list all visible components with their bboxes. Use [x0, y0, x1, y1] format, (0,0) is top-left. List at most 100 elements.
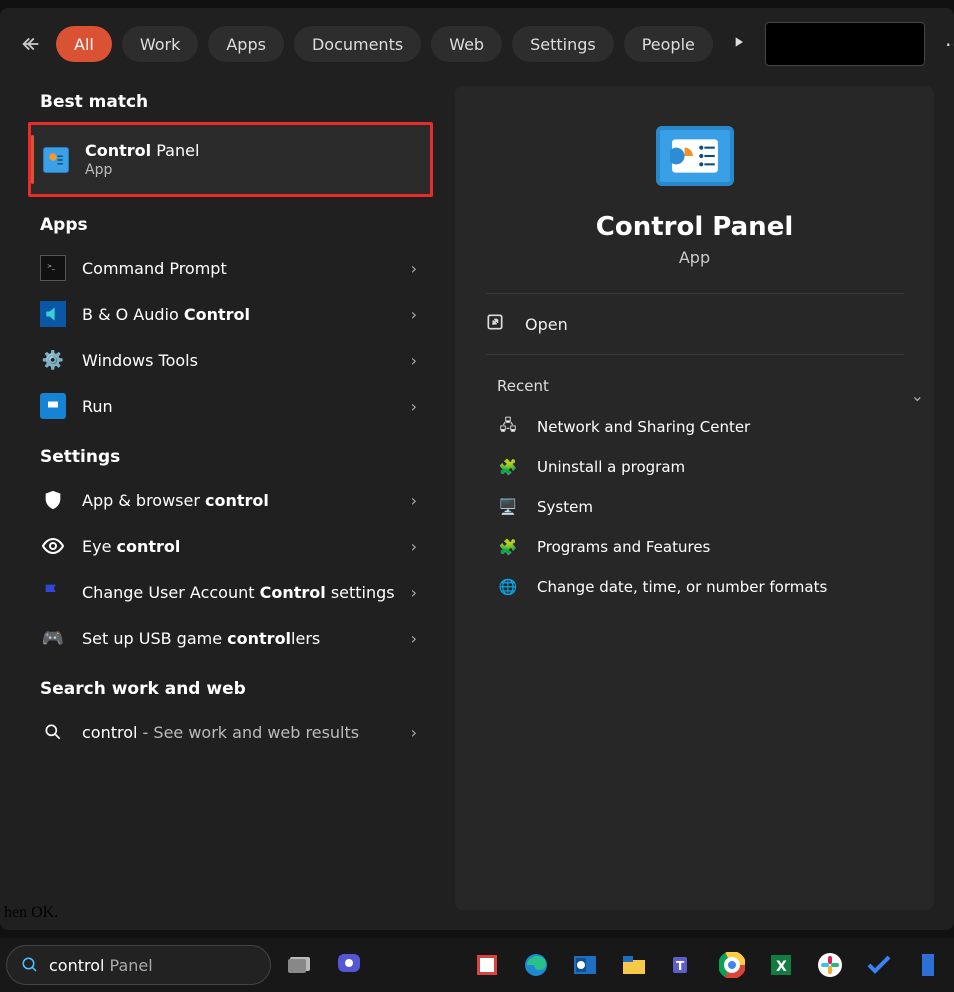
recent-uninstall-program[interactable]: 🧩 Uninstall a program — [485, 447, 904, 487]
result-label: Control Panel App — [85, 141, 422, 178]
result-control-panel[interactable]: Control Panel App — [28, 122, 433, 197]
preview-title: Control Panel — [596, 212, 794, 242]
expand-chevron-icon[interactable]: ⌄ — [911, 386, 924, 405]
result-label: Windows Tools — [82, 351, 411, 370]
uninstall-icon: 🧩 — [497, 457, 519, 477]
recent-network-sharing[interactable]: 🖧 Network and Sharing Center — [485, 407, 904, 447]
search-icon — [21, 956, 39, 974]
back-button[interactable] — [20, 30, 42, 58]
taskbar-task-view[interactable] — [281, 945, 320, 985]
result-eye-control[interactable]: Eye control › — [40, 523, 433, 569]
speaker-icon — [40, 301, 66, 327]
recent-date-time-formats[interactable]: 🌐 Change date, time, or number formats — [485, 567, 904, 607]
taskbar-edge[interactable] — [516, 945, 555, 985]
chevron-right-icon: › — [411, 397, 417, 416]
result-bo-audio-control[interactable]: B & O Audio Control › — [40, 291, 433, 337]
section-best-match: Best match — [40, 92, 433, 112]
more-options-button[interactable]: ⋯ — [939, 32, 954, 56]
recent-system[interactable]: 🖥️ System — [485, 487, 904, 527]
taskbar-app-partial[interactable] — [909, 945, 948, 985]
taskbar-search-input[interactable]: control Panel — [6, 945, 271, 985]
taskbar-excel[interactable]: X — [762, 945, 801, 985]
recent-label: Network and Sharing Center — [537, 418, 750, 436]
tab-apps[interactable]: Apps — [208, 26, 284, 62]
result-uac-settings[interactable]: Change User Account Control settings › — [40, 569, 433, 615]
result-label: Set up USB game controllers — [82, 629, 411, 648]
gear-icon: ⚙️ — [40, 347, 66, 373]
tab-web[interactable]: Web — [431, 26, 502, 62]
result-app-browser-control[interactable]: App & browser control › — [40, 477, 433, 523]
action-open[interactable]: Open — [485, 294, 904, 354]
system-icon: 🖥️ — [497, 497, 519, 517]
shield-icon — [40, 487, 66, 513]
open-icon — [485, 312, 507, 336]
tab-work[interactable]: Work — [122, 26, 199, 62]
recent-label: System — [537, 498, 593, 516]
result-label: control - See work and web results — [82, 723, 411, 742]
background-document-text: hen OK. — [0, 900, 954, 924]
taskbar: control Panel T X — [0, 938, 954, 992]
result-label: Command Prompt — [82, 259, 411, 278]
preview-subtitle: App — [679, 248, 710, 267]
section-search-web: Search work and web — [40, 679, 433, 699]
taskbar-chrome[interactable] — [712, 945, 751, 985]
result-usb-game-controllers[interactable]: 🎮 Set up USB game controllers › — [40, 615, 433, 661]
result-run[interactable]: Run › — [40, 383, 433, 429]
account-box[interactable] — [765, 22, 925, 66]
svg-text:T: T — [676, 959, 685, 973]
command-prompt-icon: >_ — [40, 255, 66, 281]
tab-documents[interactable]: Documents — [294, 26, 421, 62]
game-controller-icon: 🎮 — [40, 625, 66, 651]
taskbar-chat[interactable] — [330, 945, 369, 985]
recent-list: 🖧 Network and Sharing Center 🧩 Uninstall… — [485, 407, 904, 607]
control-panel-large-icon — [656, 126, 734, 186]
search-results-panel: All Work Apps Documents Web Settings Peo… — [0, 8, 954, 930]
result-label: Run — [82, 397, 411, 416]
search-text: control Panel — [49, 956, 153, 975]
section-apps: Apps — [40, 215, 433, 235]
chevron-right-icon: › — [411, 259, 417, 278]
chevron-right-icon: › — [411, 583, 417, 602]
preview-pane: Control Panel App Open ⌄ Recent 🖧 Networ… — [455, 86, 934, 910]
tab-all[interactable]: All — [56, 26, 112, 62]
search-icon — [40, 719, 66, 745]
taskbar-slack[interactable] — [811, 945, 850, 985]
svg-text:X: X — [776, 959, 787, 975]
taskbar-teams[interactable]: T — [663, 945, 702, 985]
result-windows-tools[interactable]: ⚙️ Windows Tools › — [40, 337, 433, 383]
filter-tabs-row: All Work Apps Documents Web Settings Peo… — [0, 8, 954, 76]
network-icon: 🖧 — [497, 417, 519, 437]
taskbar-file-explorer[interactable] — [614, 945, 653, 985]
result-web-search-control[interactable]: control - See work and web results › — [40, 709, 433, 755]
svg-text:>_: >_ — [47, 264, 55, 270]
result-label: Eye control — [82, 537, 411, 556]
chevron-right-icon: › — [411, 723, 417, 742]
recent-programs-features[interactable]: 🧩 Programs and Features — [485, 527, 904, 567]
result-label: B & O Audio Control — [82, 305, 411, 324]
recent-label: Programs and Features — [537, 538, 710, 556]
globe-icon: 🌐 — [497, 577, 519, 597]
chevron-right-icon: › — [411, 491, 417, 510]
eye-icon — [40, 533, 66, 559]
chevron-right-icon: › — [411, 629, 417, 648]
chevron-right-icon: › — [411, 305, 417, 324]
flag-icon — [40, 579, 66, 605]
tab-people[interactable]: People — [624, 26, 713, 62]
taskbar-snip[interactable] — [467, 945, 506, 985]
divider — [485, 354, 904, 355]
tab-settings[interactable]: Settings — [512, 26, 614, 62]
programs-icon: 🧩 — [497, 537, 519, 557]
run-icon — [40, 393, 66, 419]
taskbar-outlook[interactable] — [565, 945, 604, 985]
section-settings: Settings — [40, 447, 433, 467]
recent-label: Uninstall a program — [537, 458, 685, 476]
action-label: Open — [525, 315, 568, 334]
recent-heading: Recent — [497, 377, 549, 395]
overflow-next-icon[interactable] — [731, 34, 751, 54]
chevron-right-icon: › — [411, 537, 417, 556]
recent-label: Change date, time, or number formats — [537, 578, 827, 596]
result-label: App & browser control — [82, 491, 411, 510]
result-command-prompt[interactable]: >_ Command Prompt › — [40, 245, 433, 291]
result-label: Change User Account Control settings — [82, 583, 411, 602]
taskbar-todo[interactable] — [860, 945, 899, 985]
